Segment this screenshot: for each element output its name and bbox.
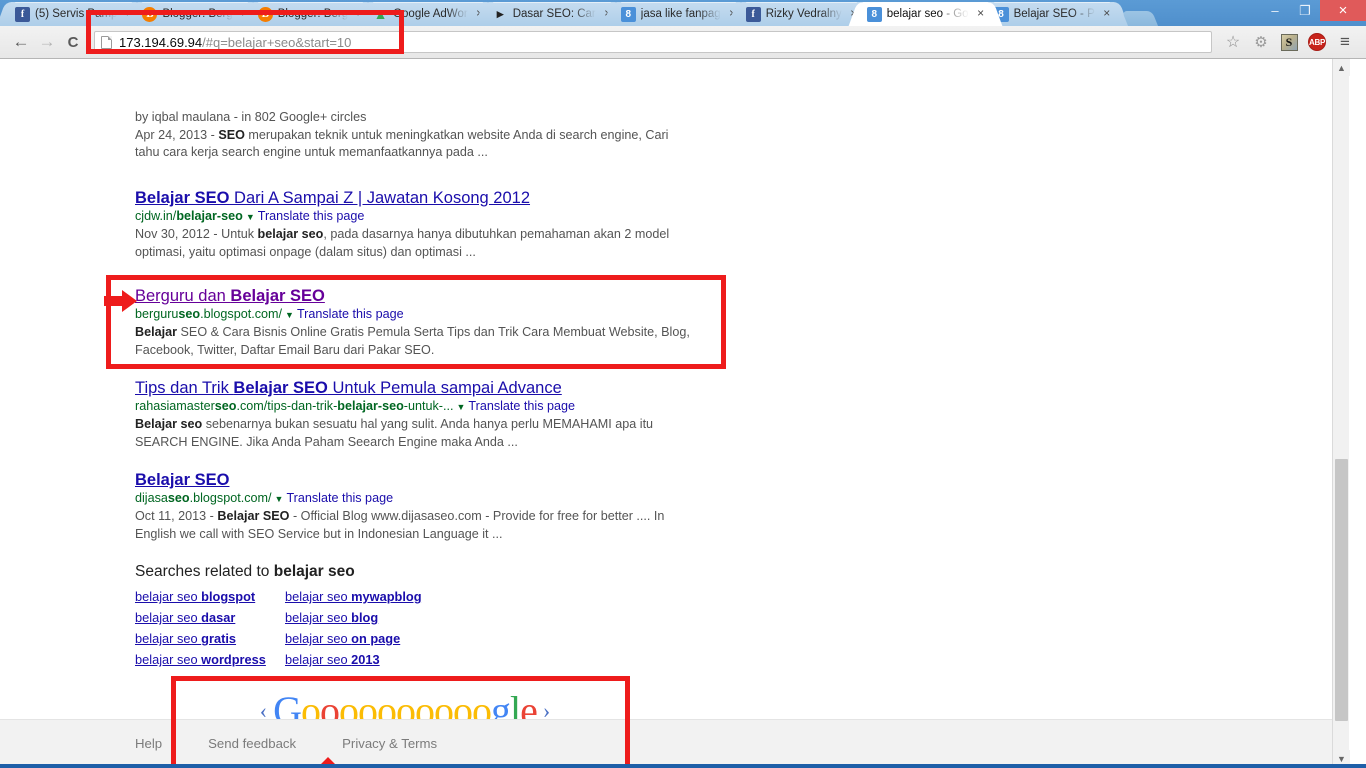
result-title-link[interactable]: Tips dan Trik Belajar SEO Untuk Pemula s… [135, 379, 690, 398]
taskbar-edge [0, 764, 1366, 768]
url-text: 173.194.69.94/#q=belajar+seo&start=10 [119, 34, 352, 50]
search-result-item-highlighted[interactable]: Berguru dan Belajar SEO berguruseo.blogs… [135, 287, 690, 359]
related-search-link[interactable]: belajar seo blog [285, 609, 422, 627]
adwords-icon: ▲ [373, 6, 388, 22]
tab-title: jasa like fanpag [640, 8, 721, 20]
tab-title: Blogger: Berg [162, 8, 233, 20]
browser-toolbar: ← → C 173.194.69.94/#q=belajar+seo&start… [0, 26, 1366, 59]
blogger-icon [257, 6, 273, 22]
gear-icon[interactable]: ⚙ [1248, 29, 1274, 55]
tab-title: Rizky Vedralny [765, 8, 842, 20]
facebook-icon: f [15, 6, 30, 22]
send-feedback-link[interactable]: Send feedback [208, 736, 296, 751]
window-controls: – ❐ × [1260, 0, 1366, 26]
search-result-item[interactable]: Belajar SEO Dari A Sampai Z | Jawatan Ko… [135, 189, 690, 261]
back-icon[interactable]: ← [8, 29, 34, 55]
result-cite: cjdw.in/belajar-seo ▼ Translate this page [135, 209, 365, 223]
result-snippet: Belajar seo sebenarnya bukan sesuatu hal… [135, 417, 654, 449]
related-search-link[interactable]: belajar seo gratis [135, 630, 285, 648]
translate-link[interactable]: Translate this page [297, 307, 404, 321]
related-search-link[interactable]: belajar seo dasar [135, 609, 285, 627]
reload-icon[interactable]: C [60, 29, 86, 55]
result-cite: berguruseo.blogspot.com/▼ Translate this … [135, 307, 404, 321]
search-results-page: by iqbal maulana - in 802 Google+ circle… [0, 59, 1350, 767]
scroll-up-icon[interactable]: ▲ [1333, 59, 1350, 76]
page-footer: Help Send feedback Privacy & Terms [0, 719, 1349, 767]
arrow-pointing-at-result [104, 290, 137, 312]
result-snippet: Oct 11, 2013 - Belajar SEO - Official Bl… [135, 509, 665, 541]
tab-title: Belajar SEO - P [1013, 8, 1095, 20]
related-search-link[interactable]: belajar seo on page [285, 630, 422, 648]
blue8-icon: 8 [866, 6, 882, 22]
result-title-link[interactable]: Berguru dan Belajar SEO [135, 287, 690, 306]
related-search-link[interactable]: belajar seo 2013 [285, 651, 422, 669]
extension-s-icon[interactable]: S [1276, 29, 1302, 55]
tab-strip: f (5) Servis Pamp × Blogger: Berg × Blog… [0, 0, 1366, 26]
result-snippet: Apr 24, 2013 - SEO merupakan teknik untu… [135, 127, 669, 160]
related-search-link[interactable]: belajar seo mywapblog [285, 588, 422, 606]
facebook-icon: f [745, 6, 761, 22]
page-document-icon [101, 35, 112, 49]
translate-link[interactable]: Translate this page [468, 399, 575, 413]
result-cite: rahasiamasterseo.com/tips-dan-trik-belaj… [135, 399, 576, 413]
new-tab-button[interactable] [1121, 11, 1158, 26]
forward-icon[interactable]: → [34, 29, 60, 55]
hamburger-menu-icon[interactable]: ≡ [1332, 29, 1358, 55]
close-icon[interactable]: × [975, 7, 987, 20]
tab-title: Dasar SEO: Car [512, 8, 596, 20]
browser-window: f (5) Servis Pamp × Blogger: Berg × Blog… [0, 0, 1366, 768]
browser-tab[interactable]: ▲ Google AdWor × [364, 2, 492, 26]
translate-link[interactable]: Translate this page [286, 491, 393, 505]
result-snippet: Belajar SEO & Cara Bisnis Online Gratis … [135, 325, 690, 357]
tab-title: belajar seo - Go [886, 8, 969, 20]
adblock-plus-icon[interactable]: ABP [1304, 29, 1330, 55]
address-bar[interactable]: 173.194.69.94/#q=belajar+seo&start=10 [94, 31, 1212, 53]
tab-title: Google AdWor [393, 8, 468, 20]
browser-tab[interactable]: Blogger: Berg × [248, 2, 373, 26]
maximize-button[interactable]: ❐ [1290, 0, 1320, 21]
browser-tab[interactable]: 8 jasa like fanpag × [611, 2, 745, 26]
browser-tab-active[interactable]: 8 belajar seo - Go × [857, 2, 993, 26]
result-title-link[interactable]: Belajar SEO [135, 471, 690, 490]
translate-link[interactable]: Translate this page [258, 209, 365, 223]
search-result-item[interactable]: Tips dan Trik Belajar SEO Untuk Pemula s… [135, 379, 690, 451]
privacy-terms-link[interactable]: Privacy & Terms [342, 736, 437, 751]
vertical-scrollbar[interactable]: ▲ ▼ [1332, 59, 1350, 767]
result-cite: dijasaseo.blogspot.com/▼ Translate this p… [135, 491, 394, 505]
blue8-icon: 8 [620, 6, 636, 22]
tab-title: (5) Servis Pamp [35, 8, 118, 20]
close-window-button[interactable]: × [1320, 0, 1366, 21]
page-viewport: by iqbal maulana - in 802 Google+ circle… [0, 59, 1366, 767]
result-title-link[interactable]: Belajar SEO Dari A Sampai Z | Jawatan Ko… [135, 189, 690, 208]
related-searches-section: Searches related to belajar seo belajar … [135, 563, 422, 669]
tab-title: Blogger: Berg [277, 8, 349, 20]
browser-tab[interactable]: Blogger: Berg × [133, 2, 257, 26]
blogger-icon [142, 6, 158, 22]
related-searches-grid: belajar seo blogspot belajar seo mywapbl… [135, 588, 422, 669]
chevron-down-icon[interactable]: ▼ [246, 212, 255, 222]
browser-tab[interactable]: f (5) Servis Pamp × [6, 2, 142, 26]
search-result-item[interactable]: Belajar SEO dijasaseo.blogspot.com/▼ Tran… [135, 471, 690, 543]
related-search-link[interactable]: belajar seo wordpress [135, 651, 285, 669]
browser-tab[interactable]: f Rizky Vedralny × [736, 2, 866, 26]
scrollbar-thumb[interactable] [1335, 459, 1348, 721]
dasar-seo-icon: ▸ [496, 6, 504, 22]
minimize-button[interactable]: – [1260, 0, 1290, 21]
chevron-down-icon[interactable]: ▼ [275, 494, 284, 504]
result-snippet: Nov 30, 2012 - Untuk belajar seo, pada d… [135, 227, 670, 259]
bookmark-star-icon[interactable]: ☆ [1220, 29, 1246, 55]
browser-tab[interactable]: 8 Belajar SEO - P × [984, 2, 1119, 26]
help-link[interactable]: Help [135, 736, 162, 751]
browser-tab[interactable]: ▸ Dasar SEO: Car × [483, 2, 620, 26]
chevron-down-icon[interactable]: ▼ [285, 310, 294, 320]
related-searches-heading: Searches related to belajar seo [135, 563, 355, 580]
related-search-link[interactable]: belajar seo blogspot [135, 588, 285, 606]
close-icon[interactable]: × [1101, 7, 1113, 20]
result-byline: by iqbal maulana - in 802 Google+ circle… [135, 110, 367, 124]
search-result-item[interactable]: by iqbal maulana - in 802 Google+ circle… [135, 109, 690, 162]
chevron-down-icon[interactable]: ▼ [456, 402, 465, 412]
